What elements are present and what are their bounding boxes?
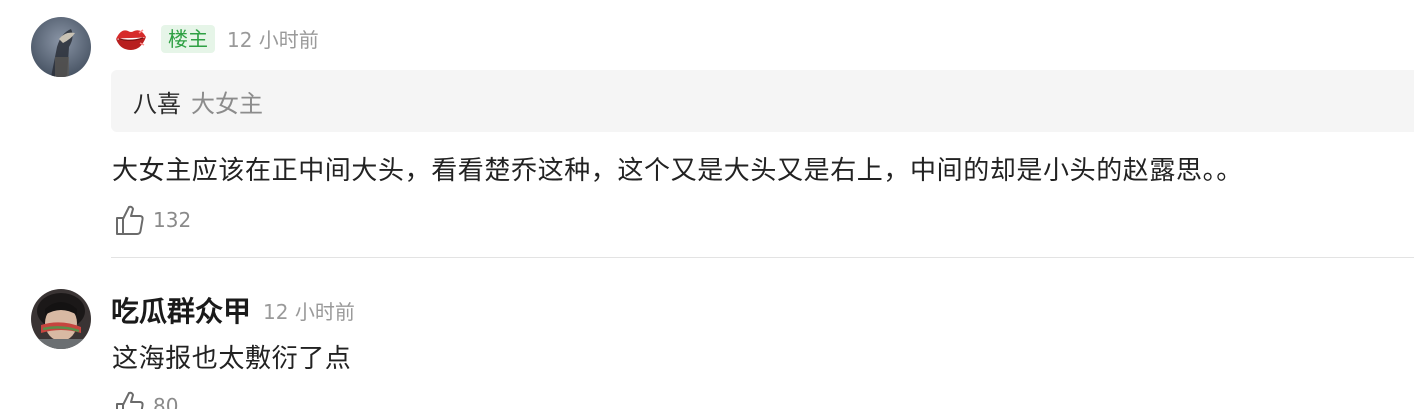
like-button[interactable]: 132 [115, 204, 191, 236]
timestamp: 12 小时前 [227, 28, 319, 52]
quoted-reply[interactable]: 八喜 大女主 [111, 70, 1414, 132]
avatar[interactable] [31, 289, 91, 349]
quoted-username[interactable]: 八喜 [133, 84, 181, 119]
username[interactable]: 吃瓜群众甲 [111, 290, 251, 330]
comment-list: 楼主 12 小时前 八喜 大女主 大女主应该在正中间大头，看看楚乔这种，这个又是… [0, 0, 1414, 409]
comment-meta: 楼主 12 小时前 [113, 24, 319, 53]
comment-text: 这海报也太敷衍了点 [112, 344, 352, 374]
like-count: 132 [153, 208, 192, 232]
comment-item: 楼主 12 小时前 八喜 大女主 大女主应该在正中间大头，看看楚乔这种，这个又是… [0, 0, 1414, 258]
thumbs-up-icon [115, 390, 145, 409]
comment-text: 大女主应该在正中间大头，看看楚乔这种，这个又是大头又是右上，中间的却是小头的赵露… [112, 156, 1243, 186]
quoted-text: 大女主 [191, 89, 263, 118]
comment-item: 吃瓜群众甲 12 小时前 这海报也太敷衍了点 80 [0, 258, 1414, 409]
comment-meta: 吃瓜群众甲 12 小时前 [111, 290, 355, 330]
timestamp: 12 小时前 [263, 299, 355, 324]
like-button[interactable]: 80 [115, 390, 178, 409]
avatar[interactable] [31, 17, 91, 77]
thumbs-up-icon [115, 204, 145, 236]
owner-badge: 楼主 [161, 24, 215, 53]
like-count: 80 [153, 394, 179, 409]
lips-icon [113, 25, 149, 53]
